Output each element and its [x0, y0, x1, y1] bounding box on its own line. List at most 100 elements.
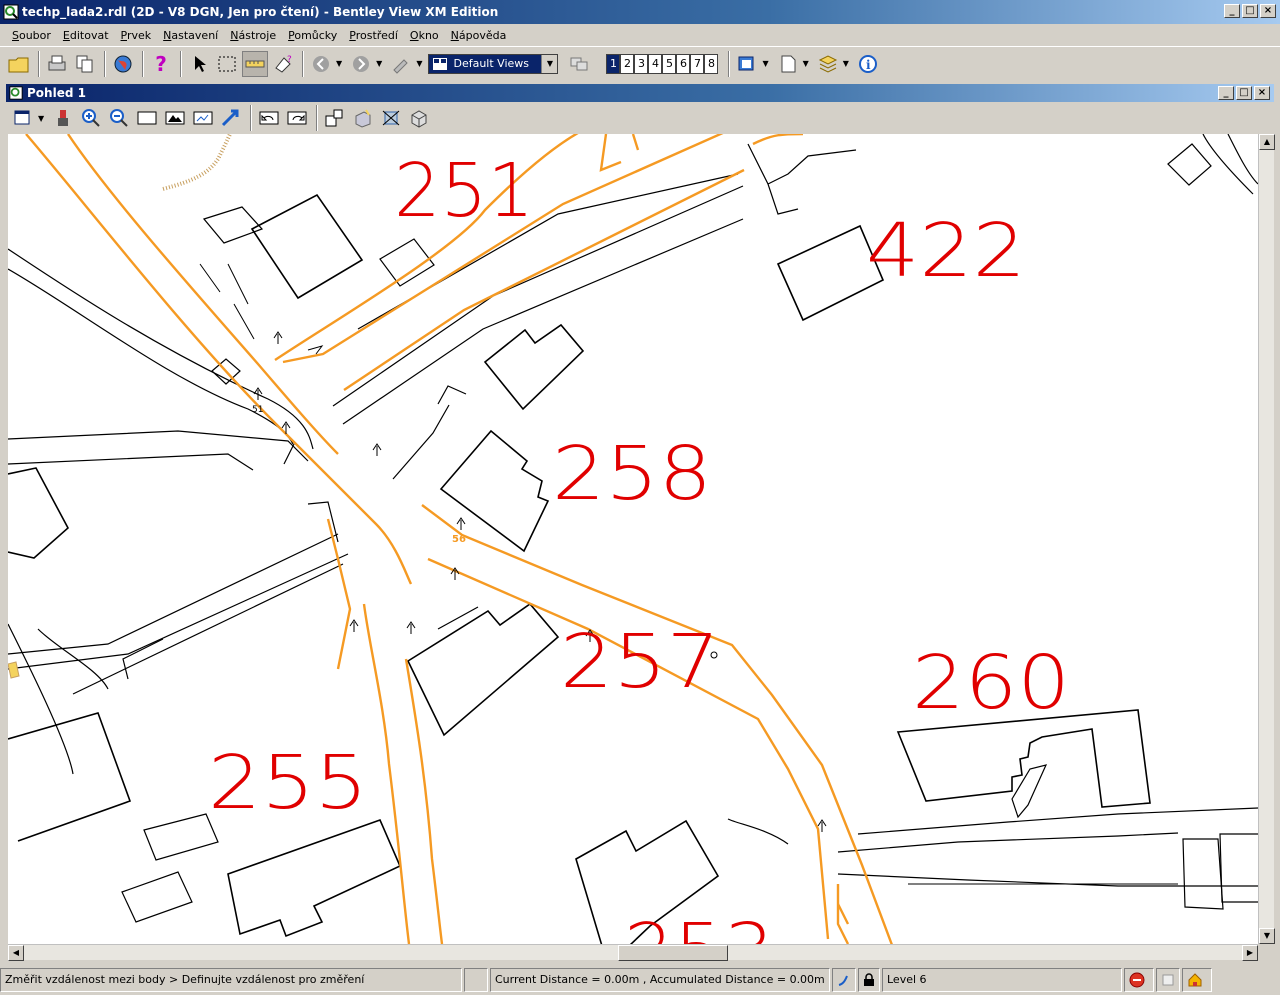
point-label-56: 56	[452, 534, 466, 545]
view-icon	[9, 86, 23, 100]
app-titlebar: techp_lada2.rdl (2D - V8 DGN, Jen pro čt…	[0, 0, 1280, 24]
copy-view-icon[interactable]	[322, 105, 348, 131]
menu-okno[interactable]: Okno	[404, 29, 445, 42]
view-next-icon[interactable]	[284, 105, 310, 131]
menu-editovat[interactable]: Editovat	[57, 29, 115, 42]
update-view-icon[interactable]	[50, 105, 76, 131]
view-button-5[interactable]: 5	[662, 53, 677, 74]
globe-icon[interactable]	[110, 51, 136, 77]
window-cascade-icon[interactable]	[734, 51, 760, 77]
back-icon[interactable]	[308, 51, 334, 77]
view-button-3[interactable]: 3	[634, 53, 649, 74]
pan-view-icon[interactable]	[218, 105, 244, 131]
window-area-icon[interactable]	[134, 105, 160, 131]
horizontal-scrollbar[interactable]: ◀ ▶	[8, 944, 1258, 961]
view-titlebar: Pohled 1 _ □ ×	[6, 84, 1274, 102]
home-icon[interactable]	[1182, 967, 1212, 992]
select-arrow-icon[interactable]	[186, 51, 212, 77]
zoom-in-icon[interactable]	[78, 105, 104, 131]
back-dropdown-icon[interactable]: ▼	[336, 59, 342, 68]
menu-nastaveni[interactable]: Nastavení	[157, 29, 224, 42]
svg-text:i: i	[866, 58, 871, 72]
menu-pomucky[interactable]: Pomůcky	[282, 29, 343, 42]
hatched-wall	[162, 134, 232, 191]
view-button-6[interactable]: 6	[676, 53, 691, 74]
clip-volume-icon[interactable]	[378, 105, 404, 131]
scroll-up-icon[interactable]: ▲	[1259, 134, 1275, 150]
parcel-label-253: 253	[624, 908, 774, 944]
help-question-icon[interactable]: ?	[148, 51, 174, 77]
document-dropdown-icon[interactable]: ▼	[803, 59, 809, 68]
menu-bar: Soubor Editovat Prvek Nastavení Nástroje…	[0, 24, 1280, 46]
buildings	[8, 143, 1258, 944]
fit-view-icon[interactable]	[162, 105, 188, 131]
view-button-7[interactable]: 7	[690, 53, 705, 74]
document-icon[interactable]	[775, 51, 801, 77]
menu-napoveda[interactable]: Nápověda	[445, 29, 513, 42]
levels-dropdown-icon[interactable]: ▼	[843, 59, 849, 68]
parcel-labels: 251 422 258 257 260 255 253	[208, 148, 1070, 944]
status-level[interactable]: Level 6	[882, 967, 1122, 992]
main-toolbar: ? ? ▼ ▼ ▼ Default Views ▼ 1 2 3 4 5 6 7 …	[0, 46, 1280, 80]
maximize-button[interactable]: □	[1242, 4, 1258, 18]
menu-nastroje[interactable]: Nástroje	[224, 29, 282, 42]
view-number-buttons: 1 2 3 4 5 6 7 8	[606, 53, 719, 74]
view-minimize-button[interactable]: _	[1218, 86, 1234, 100]
parcel-label-422: 422	[866, 208, 1026, 294]
scroll-down-icon[interactable]: ▼	[1259, 928, 1275, 944]
tools-icon[interactable]	[388, 51, 414, 77]
parcel-label-251: 251	[394, 148, 534, 234]
snap-icon[interactable]	[832, 967, 856, 992]
forward-icon[interactable]	[348, 51, 374, 77]
view-maximize-button[interactable]: □	[1236, 86, 1252, 100]
view-attributes-icon[interactable]	[10, 105, 36, 131]
stop-icon[interactable]	[1124, 967, 1154, 992]
parcel-label-255: 255	[208, 740, 368, 826]
view-button-2[interactable]: 2	[620, 53, 635, 74]
tools-dropdown-icon[interactable]: ▼	[416, 59, 422, 68]
view-button-8[interactable]: 8	[704, 53, 719, 74]
open-folder-icon[interactable]	[6, 51, 32, 77]
sheet-icon[interactable]	[1156, 967, 1180, 992]
status-distance: Current Distance = 0.00m , Accumulated D…	[490, 967, 830, 992]
drawing-canvas[interactable]: 51 56 251 422 258 257 260 255 253	[8, 134, 1258, 944]
chevron-down-icon[interactable]: ▼	[541, 54, 558, 73]
window-dropdown-icon[interactable]: ▼	[762, 59, 768, 68]
parcel-label-260: 260	[912, 640, 1070, 726]
copy-icon[interactable]	[72, 51, 98, 77]
lock-icon[interactable]	[858, 967, 880, 992]
menu-prostredi[interactable]: Prostředí	[343, 29, 404, 42]
analyze-element-icon[interactable]: ?	[270, 51, 296, 77]
window-title: techp_lada2.rdl (2D - V8 DGN, Jen pro čt…	[22, 5, 499, 19]
view-button-4[interactable]: 4	[648, 53, 663, 74]
print-icon[interactable]	[44, 51, 70, 77]
parcel-label-257: 257	[560, 619, 720, 705]
close-button[interactable]: ×	[1260, 4, 1276, 18]
view-groups-icon[interactable]	[566, 51, 592, 77]
measure-distance-icon[interactable]	[242, 50, 268, 77]
info-icon[interactable]: i	[855, 51, 881, 77]
views-select-value: Default Views	[453, 57, 529, 70]
views-select[interactable]: Default Views ▼	[428, 53, 559, 74]
views-icon	[433, 57, 448, 70]
view-previous-icon[interactable]	[256, 105, 282, 131]
fence-select-icon[interactable]	[214, 51, 240, 77]
render-icon[interactable]	[350, 105, 376, 131]
vertical-scrollbar[interactable]: ▲ ▼	[1258, 134, 1275, 944]
scroll-left-icon[interactable]: ◀	[8, 945, 24, 961]
view-attributes-dropdown-icon[interactable]: ▼	[38, 114, 44, 123]
scroll-thumb[interactable]	[618, 945, 728, 961]
zoom-out-icon[interactable]	[106, 105, 132, 131]
rotate-view-icon[interactable]	[190, 105, 216, 131]
display-style-icon[interactable]	[406, 105, 432, 131]
menu-prvek[interactable]: Prvek	[115, 29, 158, 42]
forward-dropdown-icon[interactable]: ▼	[376, 59, 382, 68]
view-button-1[interactable]: 1	[606, 53, 621, 74]
app-icon	[3, 4, 19, 20]
scroll-right-icon[interactable]: ▶	[1242, 945, 1258, 961]
menu-soubor[interactable]: Soubor	[6, 29, 57, 42]
levels-icon[interactable]	[815, 51, 841, 77]
minimize-button[interactable]: _	[1224, 4, 1240, 18]
view-close-button[interactable]: ×	[1254, 86, 1270, 100]
parcel-label-258: 258	[552, 431, 712, 517]
